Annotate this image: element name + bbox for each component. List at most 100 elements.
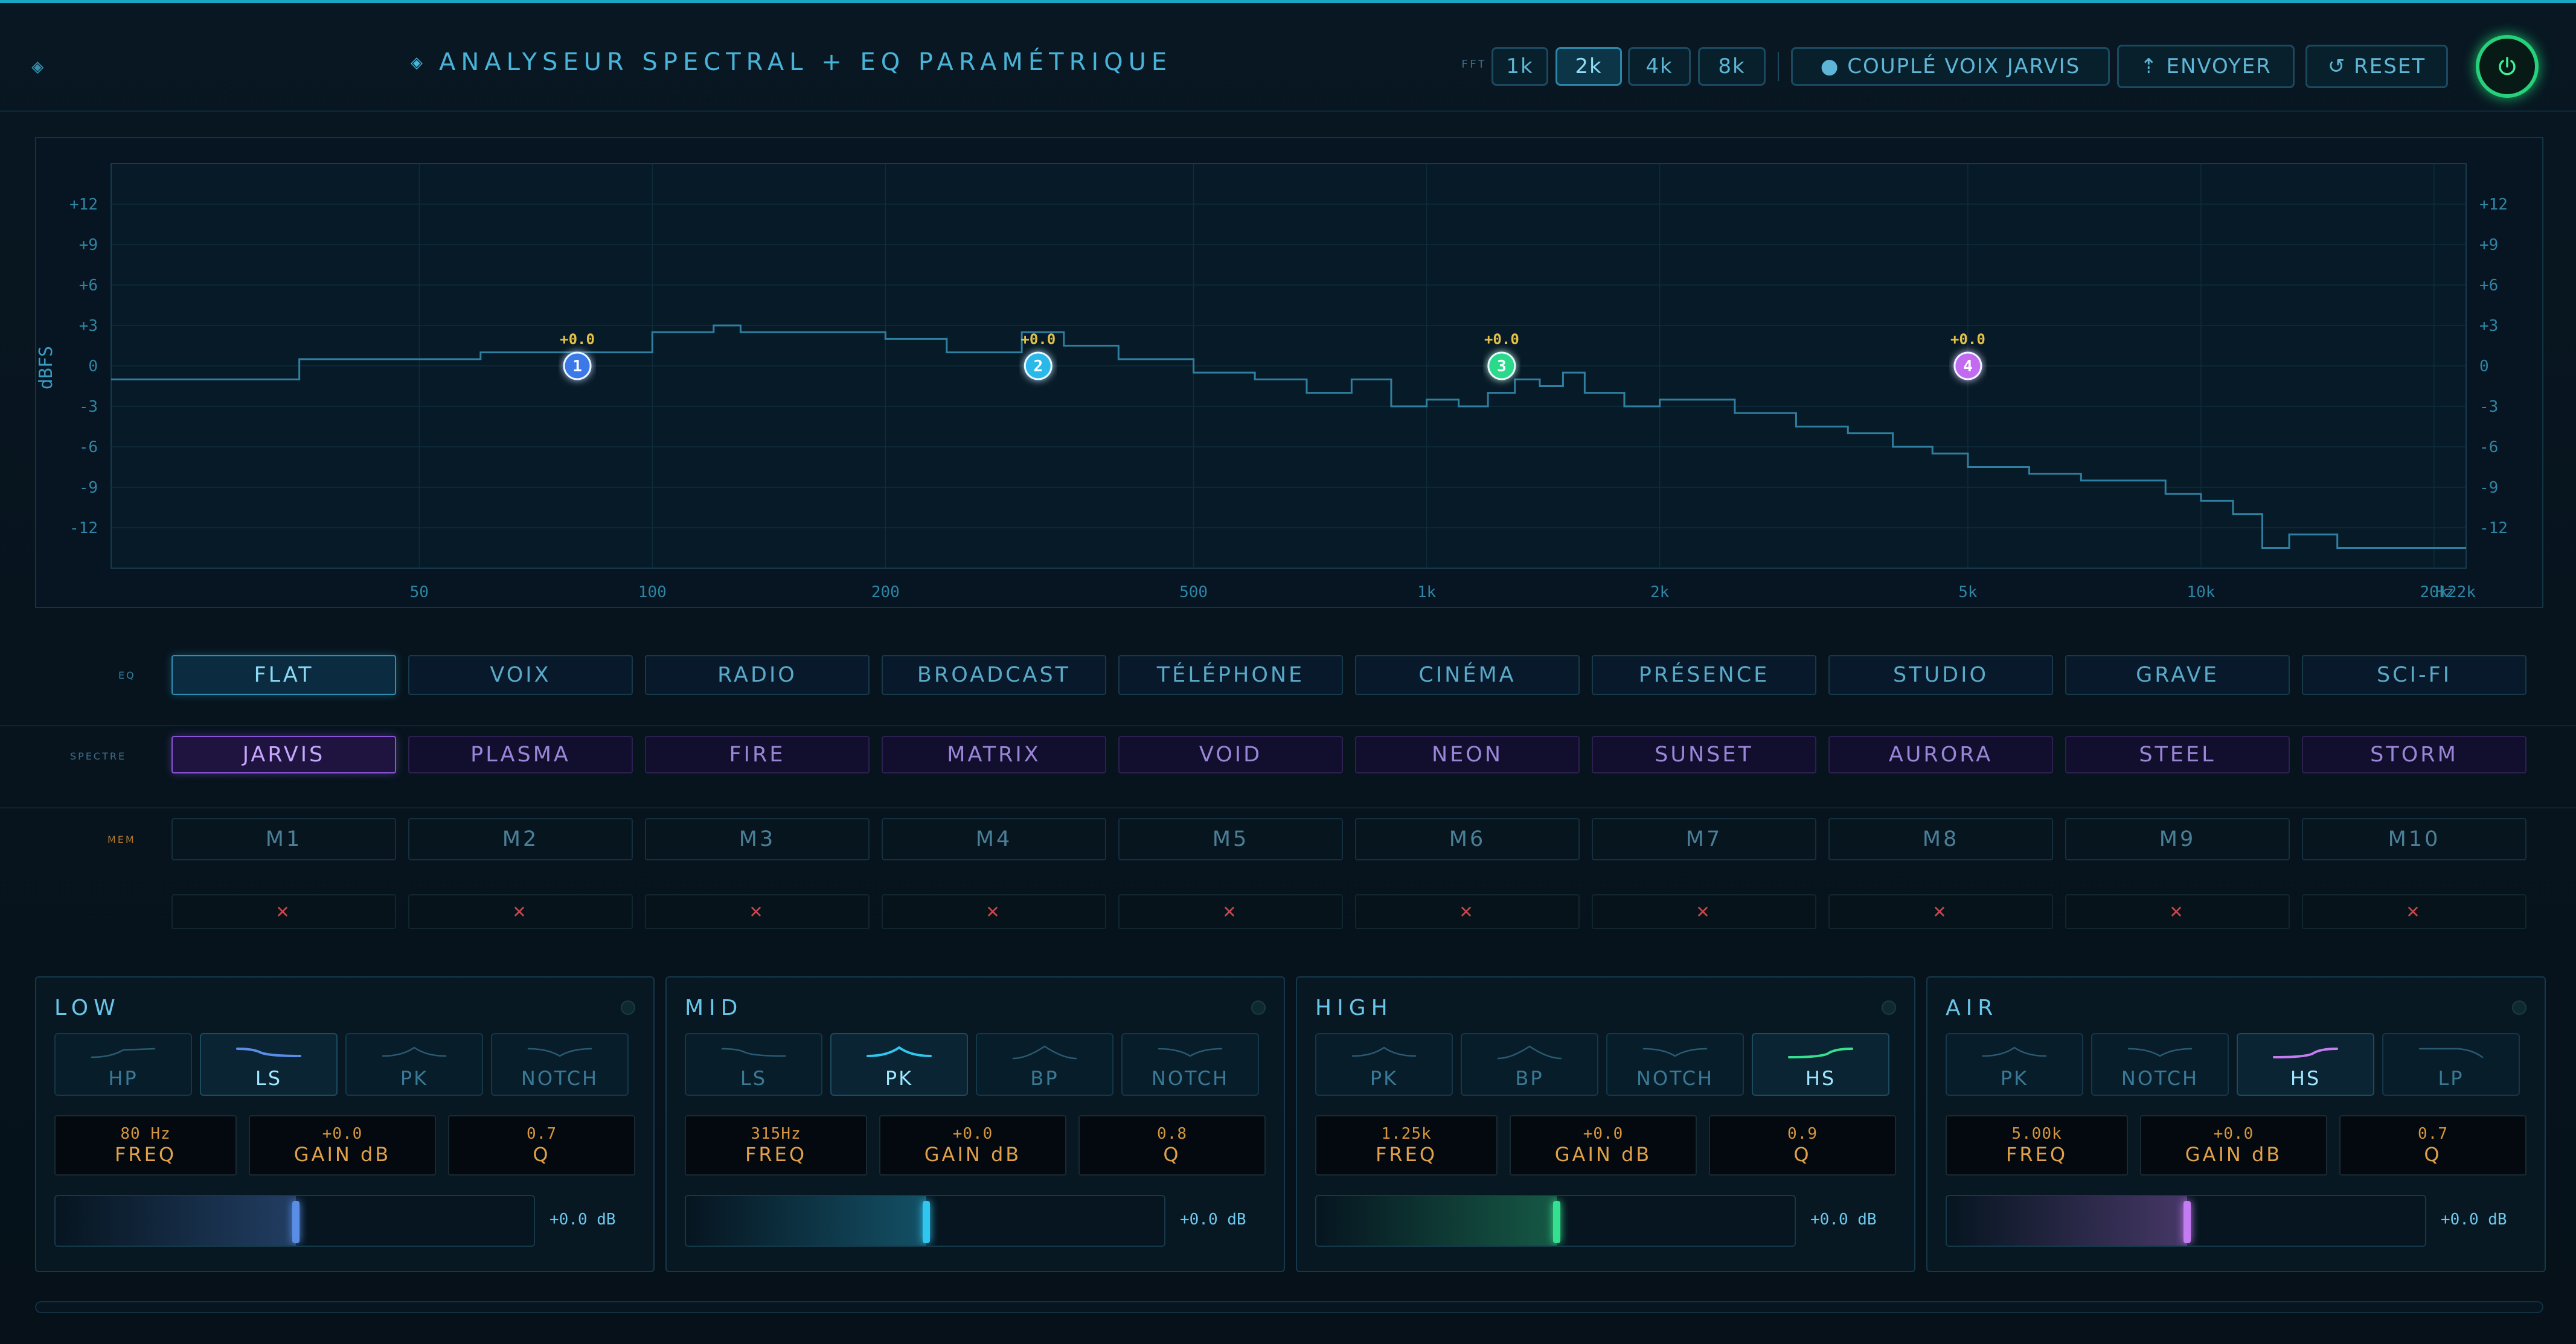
fft-4k-button[interactable]: 4k: [1628, 47, 1691, 86]
filter-type-label: LP: [2438, 1067, 2464, 1090]
fft-2k-button[interactable]: 2k: [1556, 47, 1622, 86]
filter-type-notch-button[interactable]: NOTCH: [1606, 1033, 1744, 1096]
power-button[interactable]: [2476, 35, 2539, 98]
freq-field[interactable]: 5.00k FREQ: [1946, 1115, 2128, 1176]
spectre-preset-void[interactable]: VOID: [1118, 736, 1343, 773]
mem-preset-m3[interactable]: M3: [645, 818, 870, 860]
spectrum-plot[interactable]: +12+9+6+30-3-6-9-12 +12+9+6+30-3-6-9-12 …: [36, 138, 2542, 607]
gain-field[interactable]: +0.0 GAIN dB: [1510, 1115, 1697, 1176]
mem-preset-m4[interactable]: M4: [882, 818, 1106, 860]
gain-readout: +0.0 dB: [1180, 1211, 1246, 1229]
eq-preset-flat[interactable]: FLAT: [171, 655, 396, 695]
gain-slider[interactable]: [54, 1195, 535, 1247]
delete-memory-m4-icon[interactable]: ✕: [882, 894, 1106, 929]
band-title: MID: [685, 996, 743, 1020]
filter-type-hs-button[interactable]: HS: [1752, 1033, 1889, 1096]
eq-preset-pr-sence[interactable]: PRÉSENCE: [1592, 655, 1816, 695]
filter-type-label: PK: [2000, 1067, 2029, 1090]
delete-memory-m1-icon[interactable]: ✕: [171, 894, 396, 929]
eq-preset-broadcast[interactable]: BROADCAST: [882, 655, 1106, 695]
band-enable-indicator[interactable]: [1251, 1000, 1266, 1015]
spectre-preset-steel[interactable]: STEEL: [2065, 736, 2290, 773]
reset-button[interactable]: ↺ RESET: [2305, 45, 2448, 88]
fft-1k-button[interactable]: 1k: [1491, 47, 1548, 86]
eq-preset-grave[interactable]: GRAVE: [2065, 655, 2290, 695]
delete-memory-m2-icon[interactable]: ✕: [408, 894, 633, 929]
spectre-preset-jarvis[interactable]: JARVIS: [171, 736, 396, 773]
mem-preset-m10[interactable]: M10: [2302, 818, 2526, 860]
q-value: 0.7: [527, 1125, 557, 1143]
filter-type-bp-button[interactable]: BP: [976, 1033, 1113, 1096]
band-enable-indicator[interactable]: [621, 1000, 635, 1015]
filter-type-label: HS: [1805, 1067, 1836, 1090]
eq-preset-voix[interactable]: VOIX: [408, 655, 633, 695]
gain-slider[interactable]: [1946, 1195, 2426, 1247]
mem-preset-m2[interactable]: M2: [408, 818, 633, 860]
eq-preset-sci-fi[interactable]: SCI-FI: [2302, 655, 2526, 695]
spectre-preset-fire[interactable]: FIRE: [645, 736, 870, 773]
gain-field[interactable]: +0.0 GAIN dB: [879, 1115, 1066, 1176]
gain-slider-handle[interactable]: [1553, 1201, 1560, 1243]
mem-preset-m9[interactable]: M9: [2065, 818, 2290, 860]
gain-slider-handle[interactable]: [923, 1201, 930, 1243]
spectre-preset-plasma[interactable]: PLASMA: [408, 736, 633, 773]
q-field[interactable]: 0.7 Q: [2339, 1115, 2526, 1176]
eq-preset-cin-ma[interactable]: CINÉMA: [1355, 655, 1580, 695]
delete-memory-m6-icon[interactable]: ✕: [1355, 894, 1580, 929]
spectre-preset-aurora[interactable]: AURORA: [1828, 736, 2053, 773]
couple-voix-jarvis-button[interactable]: ● COUPLÉ VOIX JARVIS: [1791, 47, 2110, 86]
mem-preset-m5[interactable]: M5: [1118, 818, 1343, 860]
gain-slider[interactable]: [1315, 1195, 1796, 1247]
eq-preset-studio[interactable]: STUDIO: [1828, 655, 2053, 695]
q-field[interactable]: 0.7 Q: [448, 1115, 635, 1176]
filter-type-hs-button[interactable]: HS: [2237, 1033, 2374, 1096]
delete-memory-m3-icon[interactable]: ✕: [645, 894, 870, 929]
filter-type-notch-button[interactable]: NOTCH: [2091, 1033, 2229, 1096]
q-field[interactable]: 0.8 Q: [1078, 1115, 1266, 1176]
eq-preset-t-l-phone[interactable]: TÉLÉPHONE: [1118, 655, 1343, 695]
gain-slider[interactable]: [685, 1195, 1165, 1247]
mem-preset-m6[interactable]: M6: [1355, 818, 1580, 860]
eq-preset-radio[interactable]: RADIO: [645, 655, 870, 695]
filter-type-notch-button[interactable]: NOTCH: [491, 1033, 629, 1096]
freq-field[interactable]: 315Hz FREQ: [685, 1115, 867, 1176]
delete-memory-m7-icon[interactable]: ✕: [1592, 894, 1816, 929]
mem-preset-m7[interactable]: M7: [1592, 818, 1816, 860]
gain-field[interactable]: +0.0 GAIN dB: [249, 1115, 436, 1176]
eq-row-label: EQ: [118, 670, 136, 681]
freq-field[interactable]: 1.25k FREQ: [1315, 1115, 1498, 1176]
filter-type-pk-button[interactable]: PK: [830, 1033, 968, 1096]
gain-field[interactable]: +0.0 GAIN dB: [2140, 1115, 2327, 1176]
bottom-scrollbar[interactable]: [35, 1301, 2543, 1313]
filter-type-lp-button[interactable]: LP: [2382, 1033, 2520, 1096]
mem-preset-m8[interactable]: M8: [1828, 818, 2053, 860]
filter-type-pk-button[interactable]: PK: [1315, 1033, 1453, 1096]
spectre-preset-sunset[interactable]: SUNSET: [1592, 736, 1816, 773]
delete-memory-m9-icon[interactable]: ✕: [2065, 894, 2290, 929]
delete-memory-m10-icon[interactable]: ✕: [2302, 894, 2526, 929]
gain-slider-handle[interactable]: [292, 1201, 300, 1243]
fft-8k-button[interactable]: 8k: [1698, 47, 1766, 86]
filter-type-pk-button[interactable]: PK: [1946, 1033, 2083, 1096]
filter-type-notch-button[interactable]: NOTCH: [1121, 1033, 1259, 1096]
band-enable-indicator[interactable]: [2512, 1000, 2526, 1015]
eq-node-gain-label: +0.0: [560, 331, 595, 348]
delete-memory-m5-icon[interactable]: ✕: [1118, 894, 1343, 929]
spectre-preset-storm[interactable]: STORM: [2302, 736, 2526, 773]
filter-type-ls-button[interactable]: LS: [685, 1033, 822, 1096]
filter-type-pk-button[interactable]: PK: [345, 1033, 483, 1096]
gain-slider-handle[interactable]: [2184, 1201, 2191, 1243]
freq-field[interactable]: 80 Hz FREQ: [54, 1115, 237, 1176]
filter-type-bp-button[interactable]: BP: [1461, 1033, 1598, 1096]
eq-node-gain-label: +0.0: [1484, 331, 1519, 348]
band-enable-indicator[interactable]: [1882, 1000, 1896, 1015]
envoyer-button[interactable]: ⇡ ENVOYER: [2117, 45, 2295, 88]
spectre-preset-neon[interactable]: NEON: [1355, 736, 1580, 773]
q-field[interactable]: 0.9 Q: [1709, 1115, 1896, 1176]
filter-type-ls-button[interactable]: LS: [200, 1033, 338, 1096]
mem-preset-m1[interactable]: M1: [171, 818, 396, 860]
filter-type-hp-button[interactable]: HP: [54, 1033, 192, 1096]
delete-memory-m8-icon[interactable]: ✕: [1828, 894, 2053, 929]
spectre-preset-matrix[interactable]: MATRIX: [882, 736, 1106, 773]
spectrum-analyzer[interactable]: +12 +9 +6 +3 0 -3 -6 -9 -12 +12 +9 +6 +3 0 -3 -6 -9 -12 …: [35, 137, 2543, 608]
